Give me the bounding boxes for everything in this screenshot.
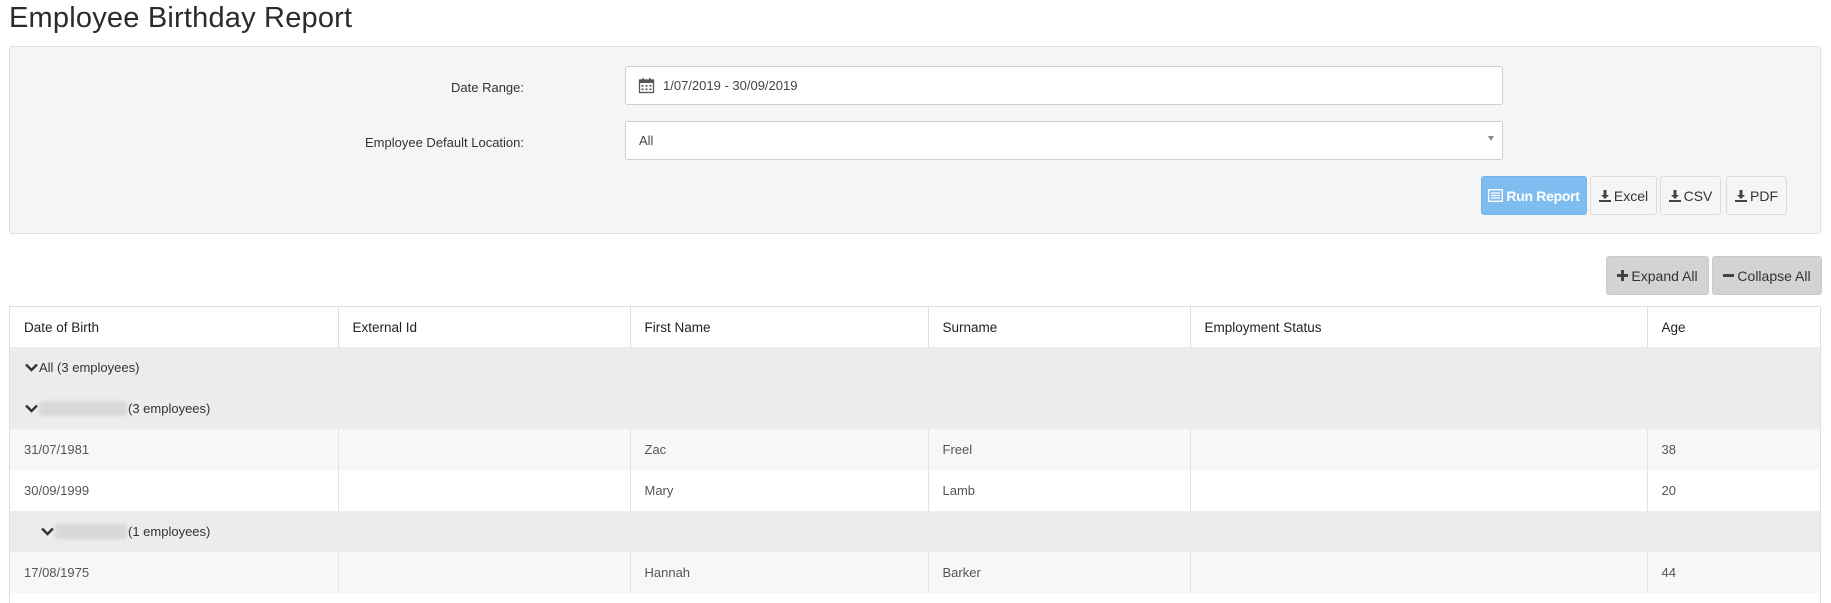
group-count: (3 employees)	[128, 401, 211, 416]
date-range-input[interactable]: 1/07/2019 - 30/09/2019	[625, 66, 1503, 105]
calendar-icon	[638, 77, 655, 94]
download-icon	[1668, 189, 1681, 202]
list-icon	[1488, 189, 1504, 202]
column-header-surname[interactable]: Surname	[928, 307, 1191, 347]
cell-external-id	[338, 470, 631, 511]
expand-all-label: Expand All	[1631, 267, 1698, 284]
cell-age: 20	[1647, 470, 1820, 511]
group-label: All (3 employees)	[39, 360, 140, 375]
location-select[interactable]: All	[625, 121, 1503, 160]
cell-date-of-birth: 17/08/1975	[10, 552, 339, 593]
birthday-table: Date of Birth External Id First Name Sur…	[9, 306, 1821, 603]
cell-surname: Lamb	[928, 470, 1191, 511]
plus-icon	[1617, 270, 1629, 281]
column-header-date-of-birth[interactable]: Date of Birth	[10, 307, 339, 347]
collapse-all-label: Collapse All	[1737, 267, 1811, 284]
table-row[interactable]: 17/08/1975 Hannah Barker 44	[10, 552, 1820, 593]
group-row[interactable]: (1 employees)	[10, 511, 1820, 552]
column-header-first-name[interactable]: First Name	[630, 307, 929, 347]
cell-date-of-birth: 31/07/1981	[10, 429, 339, 470]
location-label: Employee Default Location:	[365, 135, 524, 150]
filter-panel: Date Range: 1/07/2019 - 30/09/2019 Emplo…	[9, 46, 1821, 234]
caret-down-icon	[1488, 136, 1494, 141]
group-row-all[interactable]: All (3 employees)	[10, 347, 1820, 388]
download-icon	[1598, 189, 1611, 202]
cell-surname: Barker	[928, 552, 1191, 593]
table-row[interactable]: 31/07/1981 Zac Freel 38	[10, 429, 1820, 470]
cell-first-name: Mary	[630, 470, 929, 511]
cell-first-name: Hannah	[630, 552, 929, 593]
excel-label: Excel	[1613, 187, 1649, 204]
excel-button[interactable]: Excel	[1590, 176, 1657, 215]
expand-all-button[interactable]: Expand All	[1606, 256, 1709, 295]
minus-icon	[1723, 270, 1735, 281]
cell-age: 38	[1647, 429, 1820, 470]
pdf-button[interactable]: PDF	[1726, 176, 1787, 215]
cell-surname: Freel	[928, 429, 1191, 470]
pdf-label: PDF	[1750, 187, 1778, 204]
csv-button[interactable]: CSV	[1660, 176, 1721, 215]
chevron-down-icon[interactable]	[24, 404, 38, 413]
date-range-label: Date Range:	[451, 80, 524, 95]
chevron-down-icon[interactable]	[24, 363, 38, 372]
cell-age: 44	[1647, 552, 1820, 593]
collapse-all-button[interactable]: Collapse All	[1712, 256, 1822, 295]
cell-employment-status	[1190, 470, 1648, 511]
location-value: All	[639, 133, 654, 148]
group-count: (1 employees)	[128, 524, 211, 539]
run-report-button[interactable]: Run Report	[1481, 176, 1587, 215]
table-row[interactable]: 30/09/1999 Mary Lamb 20	[10, 470, 1820, 511]
column-header-employment-status[interactable]: Employment Status	[1190, 307, 1648, 347]
column-header-age[interactable]: Age	[1647, 307, 1820, 347]
cell-employment-status	[1190, 429, 1648, 470]
run-report-label: Run Report	[1506, 187, 1580, 204]
column-header-external-id[interactable]: External Id	[338, 307, 631, 347]
cell-external-id	[338, 429, 631, 470]
cell-first-name: Zac	[630, 429, 929, 470]
redacted-group-name	[39, 401, 127, 416]
date-range-value: 1/07/2019 - 30/09/2019	[663, 78, 798, 93]
table-header-row: Date of Birth External Id First Name Sur…	[10, 307, 1820, 347]
group-row[interactable]: (3 employees)	[10, 388, 1820, 429]
redacted-group-name	[55, 524, 127, 539]
cell-employment-status	[1190, 552, 1648, 593]
cell-date-of-birth: 30/09/1999	[10, 470, 339, 511]
csv-label: CSV	[1683, 187, 1713, 204]
page-title: Employee Birthday Report	[9, 2, 353, 34]
chevron-down-icon[interactable]	[40, 527, 54, 536]
download-icon	[1735, 189, 1747, 202]
cell-external-id	[338, 552, 631, 593]
